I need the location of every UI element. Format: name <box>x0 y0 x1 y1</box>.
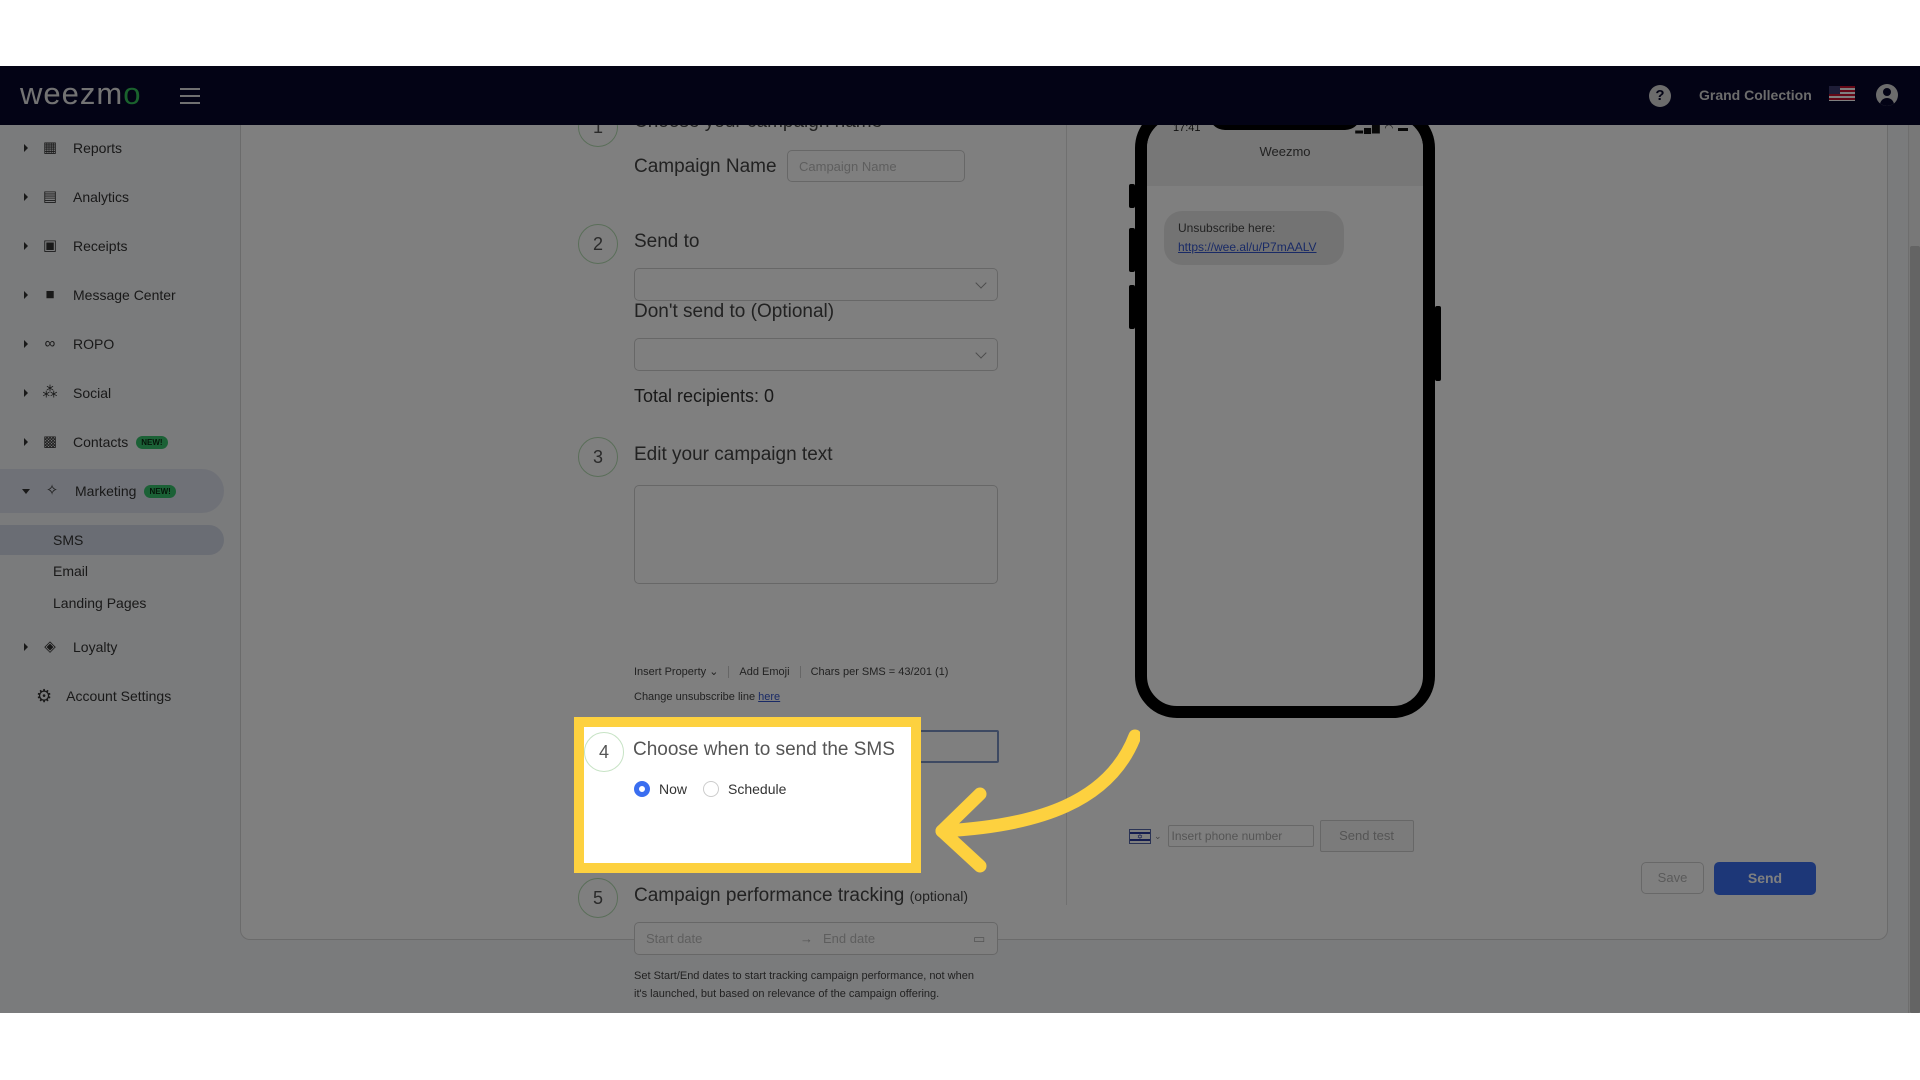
sidebar-item-account-settings[interactable]: ⚙ Account Settings <box>0 676 224 716</box>
campaign-text-textarea[interactable] <box>634 485 998 584</box>
sidebar-item-ropo[interactable]: ∞ ROPO <box>0 322 224 366</box>
arrow-right-icon: → <box>800 931 813 946</box>
send-test-row: ✡ ⌄ Insert phone number Send test <box>1129 820 1414 852</box>
end-date-input[interactable]: End date <box>823 931 973 946</box>
calendar-icon: ▭ <box>973 930 986 946</box>
insert-property-dropdown[interactable]: Insert Property ⌄ <box>634 665 718 678</box>
dont-send-to-select[interactable] <box>634 338 998 371</box>
hamburger-icon[interactable] <box>180 88 200 104</box>
top-header: weezmo ? Grand Collection <box>0 66 1920 125</box>
tag-icon: ◈ <box>44 638 56 655</box>
chevron-down-icon <box>975 347 987 359</box>
step-3-circle: 3 <box>578 437 618 477</box>
chars-per-sms: Chars per SMS = 43/201 (1) <box>810 665 949 678</box>
step-4-circle: 4 <box>584 732 624 772</box>
scrollbar-thumb[interactable] <box>1910 246 1920 1013</box>
save-button[interactable]: Save <box>1641 862 1704 894</box>
sidebar: ▦ Reports ▤ Analytics ▣ Receipts ■ Messa… <box>0 125 240 1013</box>
step-4-title: Choose when to send the SMS <box>633 739 895 760</box>
sidebar-subitem-landing-pages[interactable]: Landing Pages <box>0 588 224 618</box>
unsubscribe-url-link[interactable]: https://wee.al/u/P7mAALV <box>1178 238 1330 257</box>
caret-right-icon <box>24 291 28 299</box>
gear-icon: ⚙ <box>36 685 53 706</box>
sidebar-item-marketing[interactable]: ✧ Marketing NEW! <box>0 469 224 513</box>
phone-header: 17:41 ▂▄▆ ◠ ▬ Weezmo <box>1147 118 1423 186</box>
caret-right-icon <box>24 144 28 152</box>
us-flag-icon[interactable] <box>1829 86 1855 101</box>
sms-bubble: Unsubscribe here: https://wee.al/u/P7mAA… <box>1164 211 1344 265</box>
toolbar-separator <box>799 665 801 678</box>
bar-chart-icon: ▤ <box>42 188 58 205</box>
caret-right-icon <box>24 389 28 397</box>
sidebar-item-loyalty[interactable]: ◈ Loyalty <box>0 625 224 669</box>
caret-right-icon <box>24 438 28 446</box>
caret-right-icon <box>24 242 28 250</box>
app-frame: weezmo ? Grand Collection ▦ Reports ▤ An… <box>0 66 1920 1013</box>
contact-icon: ▩ <box>42 433 58 450</box>
arrow-curve <box>935 729 1140 838</box>
sidebar-item-message-center[interactable]: ■ Message Center <box>0 273 224 317</box>
weezmo-logo[interactable]: weezmo <box>20 76 141 112</box>
text-toolbar: Insert Property ⌄ Add Emoji Chars per SM… <box>634 665 948 678</box>
chevron-down-icon[interactable]: ⌄ <box>1154 831 1162 842</box>
receipt-icon: ▣ <box>42 237 58 254</box>
radio-now[interactable] <box>634 781 650 797</box>
send-test-button[interactable]: Send test <box>1319 820 1414 852</box>
new-badge: NEW! <box>136 435 168 449</box>
phone-preview: 17:41 ▂▄▆ ◠ ▬ Weezmo Unsubscribe here: h… <box>1135 106 1435 718</box>
sidebar-item-analytics[interactable]: ▤ Analytics <box>0 175 224 219</box>
step-5-circle: 5 <box>578 878 618 918</box>
radio-schedule[interactable] <box>703 781 720 797</box>
chat-icon: ■ <box>45 286 55 303</box>
caret-right-icon <box>24 340 28 348</box>
caret-right-icon <box>24 643 28 651</box>
campaign-name-input[interactable]: Campaign Name <box>787 150 965 182</box>
sidebar-item-contacts[interactable]: ▩ Contacts NEW! <box>0 420 224 464</box>
unsubscribe-line: Change unsubscribe line here <box>634 691 781 703</box>
phone-number-input[interactable]: Insert phone number <box>1167 825 1314 847</box>
send-button[interactable]: Send <box>1714 862 1816 895</box>
sidebar-item-reports[interactable]: ▦ Reports <box>0 126 224 170</box>
start-date-input[interactable]: Start date <box>646 931 800 946</box>
send-time-radio-group: Now Schedule <box>634 781 802 797</box>
tracking-date-range[interactable]: Start date → End date ▭ <box>634 922 998 955</box>
send-to-select[interactable] <box>634 268 998 301</box>
grid-icon: ▦ <box>42 139 58 156</box>
new-badge: NEW! <box>144 484 176 498</box>
party-popper-icon: ✧ <box>45 482 59 499</box>
phone-power-button <box>1435 306 1441 381</box>
people-icon: ⁂ <box>42 384 58 401</box>
add-emoji-button[interactable]: Add Emoji <box>739 666 789 678</box>
help-icon[interactable]: ? <box>1649 85 1671 107</box>
callout-arrow <box>935 729 1140 873</box>
total-recipients: Total recipients: 0 <box>634 386 775 406</box>
unsubscribe-here-link[interactable]: here <box>758 691 780 703</box>
caret-down-icon <box>22 488 30 494</box>
caret-right-icon <box>24 193 28 201</box>
step-2-circle: 2 <box>578 224 618 264</box>
organization-name[interactable]: Grand Collection <box>1699 87 1812 103</box>
toolbar-separator <box>728 665 730 678</box>
sidebar-subitem-sms[interactable]: SMS <box>0 525 224 555</box>
campaign-name-label: Campaign Name <box>634 156 777 177</box>
sidebar-subitem-email[interactable]: Email <box>0 556 224 586</box>
step-4-highlight: 4 Choose when to send the SMS Now Schedu… <box>574 717 921 873</box>
chevron-down-icon <box>975 277 987 289</box>
dont-send-to-label: Don't send to (Optional) <box>634 301 835 322</box>
sidebar-item-receipts[interactable]: ▣ Receipts <box>0 224 224 268</box>
infinity-icon: ∞ <box>44 335 56 352</box>
step-2-title: Send to <box>634 231 700 252</box>
sidebar-item-social[interactable]: ⁂ Social <box>0 371 224 415</box>
step-5-title: Campaign performance tracking (optional) <box>634 885 969 906</box>
phone-contact-name: Weezmo <box>1259 144 1311 159</box>
step-3-title: Edit your campaign text <box>634 444 833 465</box>
user-icon[interactable] <box>1876 84 1898 106</box>
tracking-help-text: Set Start/End dates to start tracking ca… <box>634 970 974 1000</box>
